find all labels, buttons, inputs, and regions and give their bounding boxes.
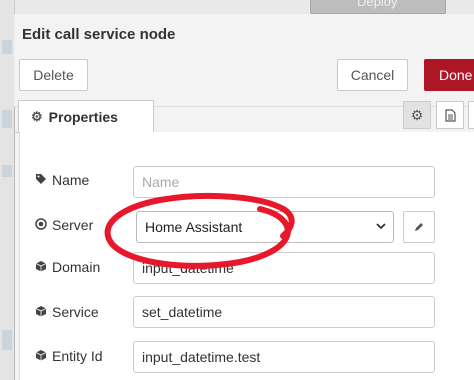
cancel-button[interactable]: Cancel [337,59,408,91]
edit-server-button[interactable] [403,211,435,243]
tab-properties-label: Properties [48,108,118,125]
node-block [2,165,12,177]
node-block [2,110,12,128]
server-label: Server [52,217,94,233]
name-placeholder: Name [142,174,180,190]
domain-label: Domain [52,259,101,275]
name-label-row: Name [34,172,89,188]
server-label-row: Server [34,217,93,233]
delete-button[interactable]: Delete [19,59,88,91]
workspace-canvas [0,0,15,380]
domain-label-row: Domain [34,259,100,275]
server-selected-value: Home Assistant [145,219,243,235]
gear-icon: ⚙ [410,106,424,123]
pencil-icon [415,223,423,231]
domain-value: input_datetime [142,260,234,276]
cube-icon [34,305,48,320]
entity-id-value: input_datetime.test [142,349,261,365]
deploy-button[interactable]: Deploy [310,0,446,14]
done-button[interactable]: Done [424,59,474,91]
service-label-row: Service [34,304,99,320]
service-value: set_datetime [142,304,223,320]
node-block [2,40,12,54]
entity-id-label: Entity Id [52,348,103,364]
entity-id-input[interactable]: input_datetime.test [133,341,435,373]
domain-input[interactable]: input_datetime [133,252,435,284]
cube-icon [34,260,48,275]
tab-properties[interactable]: ⚙ Properties [18,100,154,132]
cube-icon [34,349,48,364]
server-select[interactable]: Home Assistant [136,211,394,243]
service-label: Service [52,304,99,320]
service-input[interactable]: set_datetime [133,296,435,328]
node-block [2,330,12,350]
settings-tab-button[interactable]: ⚙ [403,101,431,129]
tag-icon [34,173,48,188]
name-input[interactable]: Name [133,166,435,198]
gear-icon: ⚙ [31,108,43,124]
chevron-down-icon [375,220,387,235]
deploy-label: Deploy [357,0,398,9]
description-tab-button[interactable] [436,101,464,129]
tray-title: Edit call service node [22,26,176,43]
document-icon [444,108,456,122]
radio-dot-icon [34,217,48,233]
more-tab-button[interactable] [468,101,474,129]
entity-id-label-row: Entity Id [34,348,103,364]
name-label: Name [52,172,90,188]
